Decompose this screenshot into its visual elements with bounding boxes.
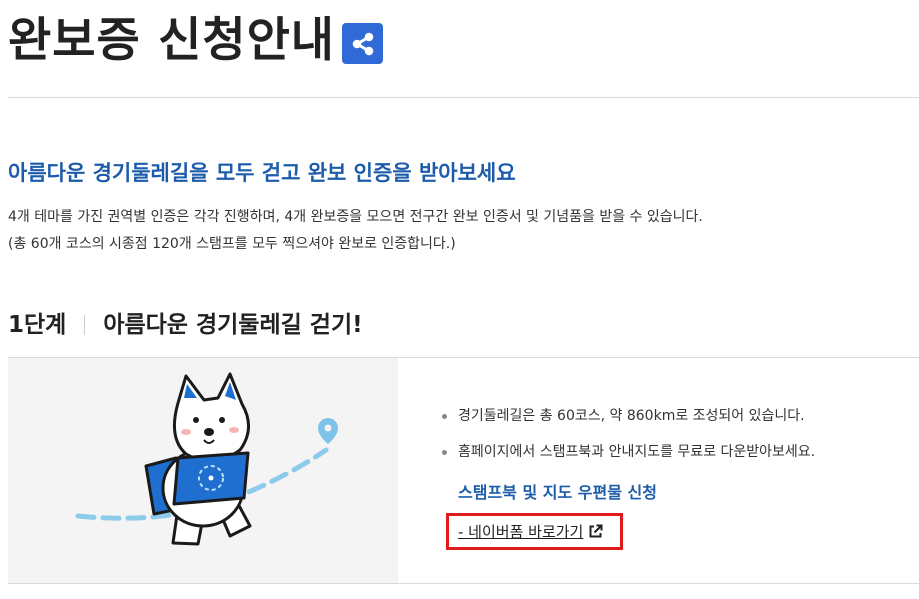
page-title: 완보증 신청안내	[8, 13, 336, 68]
naver-link-highlight: - 네이버폼 바로가기	[446, 513, 623, 550]
naver-form-link-label: - 네이버폼 바로가기	[458, 523, 584, 541]
page: 완보증 신청안내 아름다운 경기둘레길을 모두 걷고 완보 인증을 받아보세요 …	[0, 0, 919, 599]
naver-form-link[interactable]: - 네이버폼 바로가기	[458, 521, 603, 542]
intro-text: 4개 테마를 가진 권역별 인증은 각각 진행하며, 4개 완보증을 모으면 전…	[8, 204, 703, 258]
intro-line-1: 4개 테마를 가진 권역별 인증은 각각 진행하며, 4개 완보증을 모으면 전…	[8, 209, 703, 225]
stamp-book-heading: 스탬프북 및 지도 우편물 신청	[458, 483, 657, 502]
info-list: 경기둘레길은 총 60코스, 약 860km로 조성되어 있습니다. 홈페이지에…	[440, 398, 815, 470]
location-pin-icon	[318, 418, 338, 444]
share-button[interactable]	[342, 23, 383, 64]
header-divider	[8, 97, 919, 98]
share-icon	[352, 32, 373, 55]
content-bottom-border	[8, 583, 919, 584]
step-heading: 1단계 아름다운 경기둘레길 걷기!	[8, 308, 363, 342]
intro-heading: 아름다운 경기둘레길을 모두 걷고 완보 인증을 받아보세요	[8, 161, 516, 185]
illustration-panel	[8, 358, 398, 583]
info-bullet-2: 홈페이지에서 스탬프북과 안내지도를 무료로 다운받아보세요.	[440, 434, 815, 470]
info-bullet-1: 경기둘레길은 총 60코스, 약 860km로 조성되어 있습니다.	[440, 398, 815, 434]
step-number: 1단계	[8, 312, 67, 338]
mascot-illustration	[75, 372, 338, 546]
intro-line-2: (총 60개 코스의 시종점 120개 스탬프를 모두 찍으셔야 완보로 인증합…	[8, 236, 456, 252]
step-title: 아름다운 경기둘레길 걷기!	[103, 312, 363, 338]
step-divider	[84, 315, 86, 335]
external-link-icon	[589, 524, 603, 538]
